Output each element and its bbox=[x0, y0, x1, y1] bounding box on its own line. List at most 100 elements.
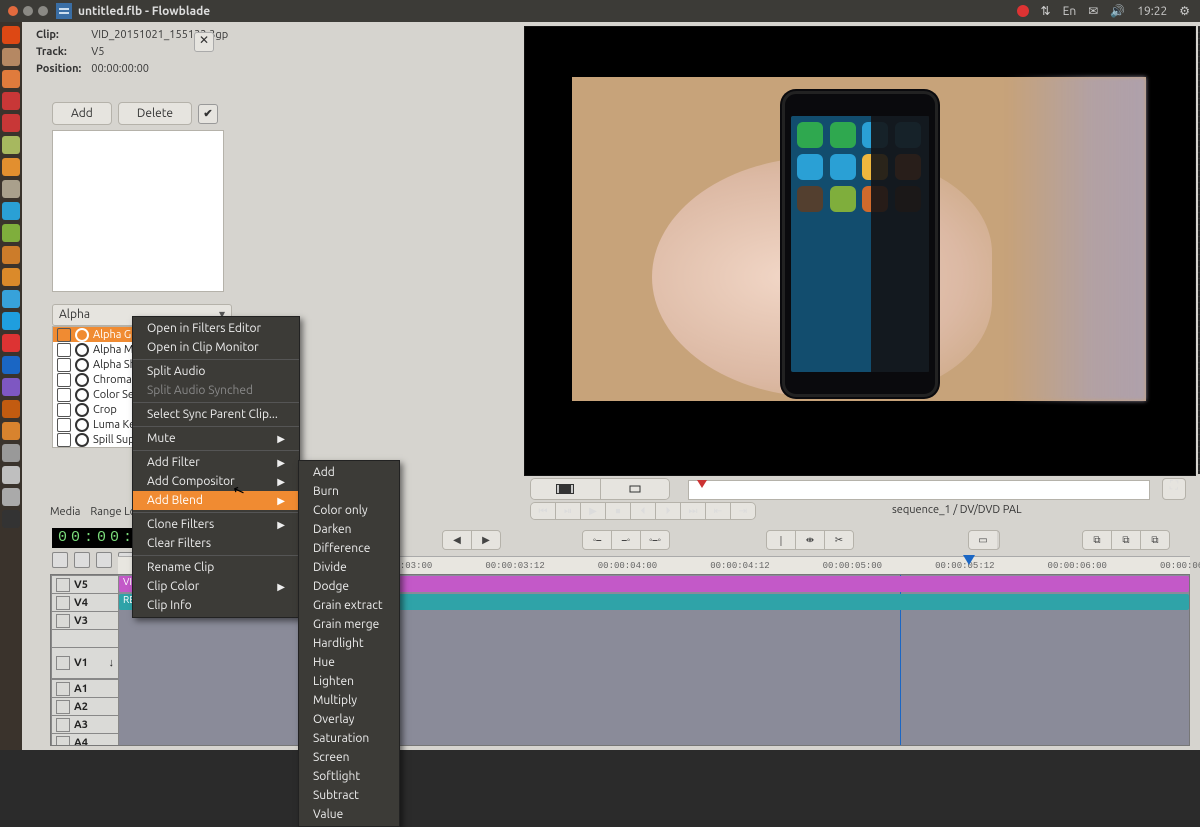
menu-item[interactable]: Clip Color▶ bbox=[133, 577, 299, 596]
playback-btn-3[interactable]: ⏹ bbox=[606, 503, 631, 519]
menu-item[interactable]: Rename Clip bbox=[133, 555, 299, 577]
playback-btn-6[interactable]: ⏭ bbox=[681, 503, 706, 519]
launcher-item-14[interactable] bbox=[2, 334, 20, 352]
checkbox-icon[interactable] bbox=[57, 343, 71, 357]
playback-btn-8[interactable]: ⇥ bbox=[731, 503, 755, 519]
submenu-item[interactable]: Grain extract bbox=[299, 596, 399, 615]
monitor-expand-icon[interactable]: ⛶ bbox=[1162, 478, 1186, 500]
track-header[interactable]: A4 bbox=[51, 733, 119, 746]
checkbox-icon[interactable] bbox=[57, 373, 71, 387]
playback-btn-1[interactable]: ⏯ bbox=[556, 503, 581, 519]
submenu-item[interactable]: Multiply bbox=[299, 691, 399, 710]
submenu-item[interactable]: Lighten bbox=[299, 672, 399, 691]
visibility-icon[interactable] bbox=[56, 578, 70, 592]
mail-icon[interactable]: ✉ bbox=[1088, 4, 1098, 18]
nudge-right[interactable]: ▶ bbox=[472, 531, 500, 549]
submenu-item[interactable]: Burn bbox=[299, 482, 399, 501]
delete-button[interactable]: Delete bbox=[118, 102, 192, 125]
playback-btn-5[interactable]: ⏵ bbox=[656, 503, 681, 519]
launcher-item-0[interactable] bbox=[2, 26, 20, 44]
record-indicator-icon[interactable] bbox=[1017, 5, 1029, 17]
clock[interactable]: 19:22 bbox=[1137, 5, 1167, 18]
menu-item[interactable]: Select Sync Parent Clip... bbox=[133, 402, 299, 424]
launcher-item-13[interactable] bbox=[2, 312, 20, 330]
monitor-mode-2[interactable] bbox=[601, 479, 670, 499]
menu-item[interactable]: Open in Filters Editor bbox=[133, 319, 299, 338]
monitor-scrubber[interactable] bbox=[688, 480, 1150, 500]
launcher-item-5[interactable] bbox=[2, 136, 20, 154]
close-window-icon[interactable] bbox=[8, 6, 18, 16]
track-header[interactable]: A3 bbox=[51, 715, 119, 735]
cut-tool[interactable]: ✂ bbox=[825, 531, 853, 549]
mark-in[interactable]: ◦⎯ bbox=[583, 531, 612, 549]
checkbox-icon[interactable] bbox=[57, 418, 71, 432]
launcher-item-4[interactable] bbox=[2, 114, 20, 132]
submenu-item[interactable]: Overlay bbox=[299, 710, 399, 729]
launcher-item-8[interactable] bbox=[2, 202, 20, 220]
visibility-icon[interactable] bbox=[56, 656, 70, 670]
launcher-item-3[interactable] bbox=[2, 92, 20, 110]
launcher-item-17[interactable] bbox=[2, 400, 20, 418]
launcher-item-6[interactable] bbox=[2, 158, 20, 176]
track-header[interactable]: A1 bbox=[51, 679, 119, 699]
checkbox-icon[interactable] bbox=[57, 328, 71, 342]
volume-icon[interactable]: 🔊 bbox=[1110, 4, 1125, 18]
checkbox-icon[interactable] bbox=[57, 433, 71, 447]
zoom-1[interactable]: ⧉ bbox=[1083, 531, 1112, 549]
zoom-3[interactable]: ⧉ bbox=[1141, 531, 1169, 549]
menu-item[interactable]: Clone Filters▶ bbox=[133, 512, 299, 534]
expand-down-icon[interactable]: ↓ bbox=[109, 657, 115, 669]
network-icon[interactable]: ⇅ bbox=[1041, 4, 1051, 18]
tool-3[interactable] bbox=[96, 552, 112, 568]
menu-item[interactable]: Add Blend▶ bbox=[133, 491, 299, 510]
visibility-icon[interactable] bbox=[56, 596, 70, 610]
submenu-item[interactable]: Darken bbox=[299, 520, 399, 539]
submenu-item[interactable]: Divide bbox=[299, 558, 399, 577]
launcher-item-20[interactable] bbox=[2, 466, 20, 484]
mark-clear[interactable]: ◦⎯◦ bbox=[641, 531, 669, 549]
launcher-item-22[interactable] bbox=[2, 510, 20, 528]
add-button[interactable]: Add bbox=[52, 102, 112, 125]
track-header[interactable]: V1↓ bbox=[51, 647, 119, 679]
menu-item[interactable]: Add Compositor▶ bbox=[133, 472, 299, 491]
menu-item[interactable]: Add Filter▶ bbox=[133, 450, 299, 472]
track-header[interactable]: V5 bbox=[51, 575, 119, 595]
mute-icon[interactable] bbox=[56, 682, 70, 696]
launcher-item-18[interactable] bbox=[2, 422, 20, 440]
join-tool[interactable]: ⇼ bbox=[796, 531, 825, 549]
launcher-item-7[interactable] bbox=[2, 180, 20, 198]
tool-1[interactable] bbox=[52, 552, 68, 568]
launcher-item-19[interactable] bbox=[2, 444, 20, 462]
playback-btn-2[interactable]: ▶ bbox=[581, 503, 606, 519]
snap-tool[interactable]: ▭ bbox=[969, 531, 997, 549]
maximize-window-icon[interactable] bbox=[38, 6, 48, 16]
playback-btn-7[interactable]: ⇤ bbox=[706, 503, 731, 519]
track-header[interactable]: A2 bbox=[51, 697, 119, 717]
menu-item[interactable]: Mute▶ bbox=[133, 426, 299, 448]
language-indicator[interactable]: En bbox=[1063, 5, 1077, 18]
nudge-left[interactable]: ◀ bbox=[443, 531, 472, 549]
track-header[interactable]: V4 bbox=[51, 593, 119, 613]
launcher-item-16[interactable] bbox=[2, 378, 20, 396]
close-panel-icon[interactable]: ✕ bbox=[194, 32, 214, 52]
submenu-item[interactable]: Subtract bbox=[299, 786, 399, 805]
menu-item[interactable]: Clip Info bbox=[133, 596, 299, 615]
submenu-item[interactable]: Hue bbox=[299, 653, 399, 672]
submenu-item[interactable]: Saturation bbox=[299, 729, 399, 748]
submenu-item[interactable]: Softlight bbox=[299, 767, 399, 786]
submenu-item[interactable]: Grain merge bbox=[299, 615, 399, 634]
menu-item[interactable]: Clear Filters bbox=[133, 534, 299, 553]
visibility-icon[interactable] bbox=[56, 614, 70, 628]
split-tool[interactable]: | bbox=[767, 531, 796, 549]
playback-btn-0[interactable]: ⏮ bbox=[531, 503, 556, 519]
launcher-item-9[interactable] bbox=[2, 224, 20, 242]
launcher-item-15[interactable] bbox=[2, 356, 20, 374]
monitor-mode-1[interactable] bbox=[531, 479, 601, 499]
mute-icon[interactable] bbox=[56, 700, 70, 714]
submenu-item[interactable]: Color only bbox=[299, 501, 399, 520]
menu-item[interactable]: Open in Clip Monitor bbox=[133, 338, 299, 357]
settings-gear-icon[interactable]: ⚙ bbox=[1179, 4, 1190, 18]
launcher-item-2[interactable] bbox=[2, 70, 20, 88]
launcher-item-21[interactable] bbox=[2, 488, 20, 506]
playhead-icon[interactable] bbox=[963, 555, 975, 565]
